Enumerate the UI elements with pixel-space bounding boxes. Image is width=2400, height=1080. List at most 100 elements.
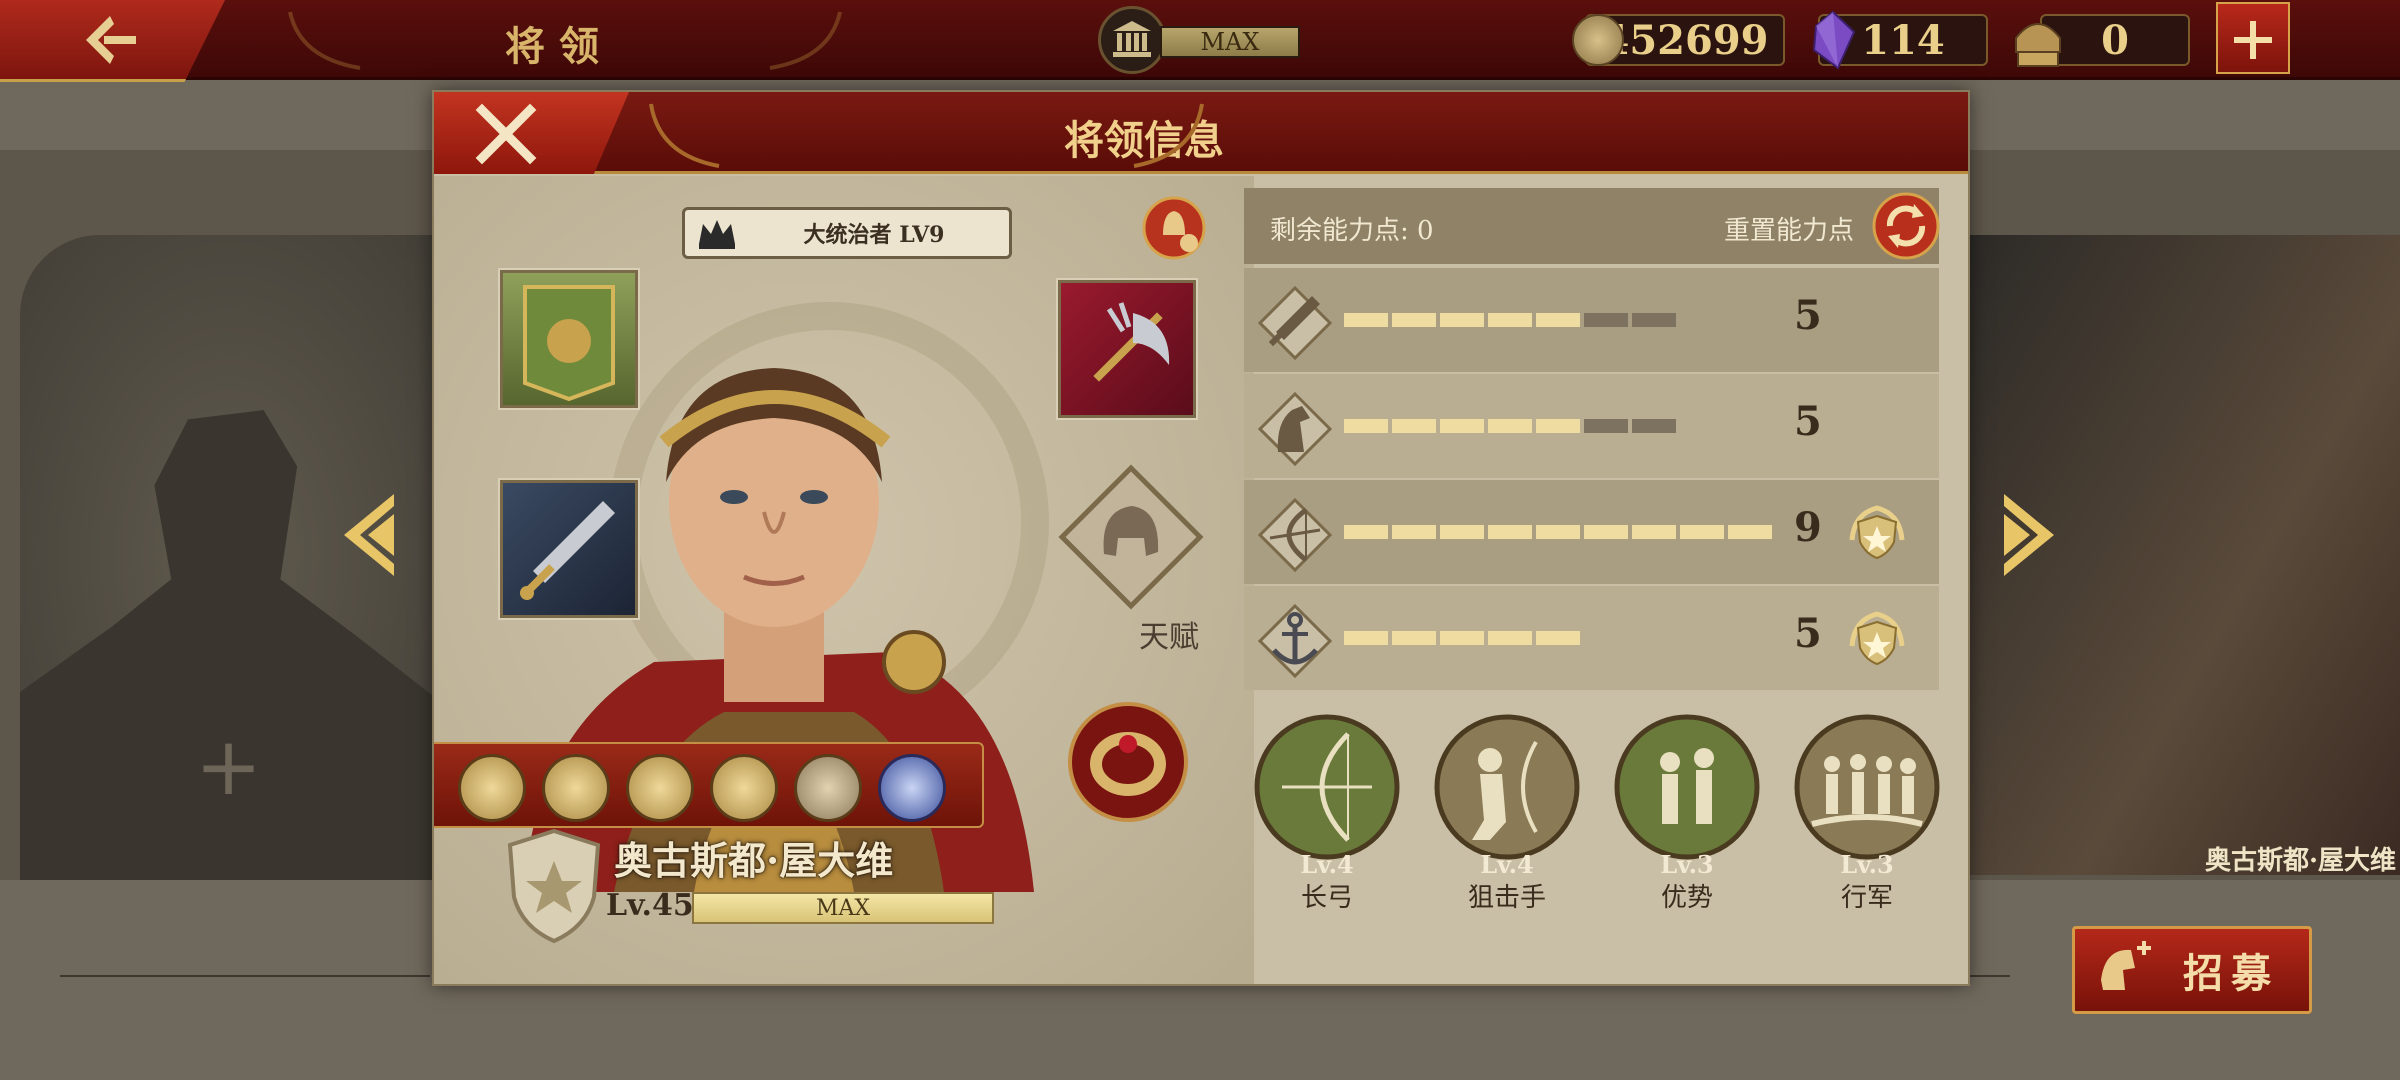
troop-skill-advantage[interactable]: Lv.3 优势 (1612, 712, 1762, 913)
skill-strip (434, 742, 984, 828)
skill-5-icon[interactable] (794, 754, 862, 822)
stat-row: 5 (1244, 268, 1939, 372)
skill-4-icon[interactable] (710, 754, 778, 822)
troop-skill-level: Lv.3 (1840, 850, 1894, 879)
stat-row: 5 (1244, 374, 1939, 478)
axe-icon (1093, 302, 1170, 382)
exp-bar: MAX (692, 892, 994, 924)
stat-bar-segment (1392, 631, 1436, 645)
stat-bar-segment (1344, 313, 1388, 327)
stat-bar-segment (1536, 631, 1580, 645)
banner-slot[interactable] (500, 270, 638, 408)
troop-skill-name: 狙击手 (1467, 883, 1546, 913)
general-name: 奥古斯都·屋大维 (614, 838, 894, 883)
skill-6-icon[interactable] (878, 754, 946, 822)
stat-bar-segment (1344, 631, 1388, 645)
helmet-plus-icon (2101, 941, 2151, 990)
stat-value: 5 (1794, 292, 1822, 339)
previous-general-arrow-icon[interactable] (338, 490, 400, 580)
ability-points-header: 剩余能力点: 0 重置能力点 (1244, 188, 1942, 264)
sword-slot[interactable] (500, 480, 638, 618)
stat-bar-segment (1632, 525, 1676, 539)
general-level: Lv.45 (606, 888, 694, 923)
recruit-label: 招募 (2183, 950, 2279, 997)
troop-skill-name: 优势 (1660, 883, 1713, 913)
skill-2-icon[interactable] (542, 754, 610, 822)
ring-slot[interactable] (1066, 700, 1190, 824)
stat-bar (1344, 313, 1676, 327)
add-resources-button[interactable] (2216, 2, 2290, 74)
page-title: 将领 (505, 23, 613, 70)
weapon-slot[interactable] (1058, 280, 1196, 418)
stat-bar-segment (1632, 313, 1676, 327)
stat-bar-segment (1584, 419, 1628, 433)
horse-icon (1258, 392, 1332, 466)
coin-value: 452699 (1601, 16, 1769, 64)
laurel-right-icon (1133, 103, 1204, 168)
close-button[interactable] (434, 92, 629, 174)
anchor-icon (1258, 604, 1332, 678)
stat-bar-segment (1488, 313, 1532, 327)
stat-bar-segment (1488, 419, 1532, 433)
troop-skill-name: 行军 (1840, 883, 1893, 913)
stat-bar-segment (1344, 525, 1388, 539)
stat-bar-segment (1440, 313, 1484, 327)
stat-bar-segment (1488, 525, 1532, 539)
dialog-header: 将领信息 (434, 92, 1968, 174)
reset-points-label: 重置能力点 (1724, 216, 1855, 246)
sniper-icon (1434, 714, 1580, 860)
troop-skill-level: Lv.4 (1300, 850, 1354, 879)
stat-bar-segment (1584, 313, 1628, 327)
rank-badge[interactable]: 大统治者 LV9 (682, 207, 1012, 259)
troop-skill-name: 长弓 (1300, 883, 1353, 913)
add-general-icon[interactable]: + (195, 720, 262, 813)
stat-bar-segment (1440, 419, 1484, 433)
laurel-left-icon (288, 11, 361, 70)
skill-3-icon[interactable] (626, 754, 694, 822)
stat-bar-segment (1392, 313, 1436, 327)
troop-skill-march[interactable]: Lv.3 行军 (1792, 712, 1942, 913)
stat-bar-segment (1392, 419, 1436, 433)
troop-skill-level: Lv.4 (1480, 850, 1534, 879)
longbow-icon (1254, 714, 1400, 860)
city-level-status: MAX (1160, 26, 1300, 58)
troop-skill-sniper[interactable]: Lv.4 狙击手 (1432, 712, 1582, 913)
stat-bar-segment (1536, 313, 1580, 327)
rank-label: 大统治者 LV9 (803, 222, 945, 248)
stat-bar-segment (1536, 525, 1580, 539)
stat-row: 9 (1244, 480, 1939, 584)
stat-bar (1344, 525, 1772, 539)
temple-icon[interactable] (1098, 6, 1166, 74)
next-general-arrow-icon[interactable] (1998, 490, 2060, 580)
top-bar: 将领 MAX 452699 114 0 (0, 0, 2400, 82)
close-icon (475, 103, 537, 165)
sword-icon (1258, 286, 1332, 360)
skill-1-icon[interactable] (458, 754, 526, 822)
back-button[interactable] (0, 0, 225, 82)
stat-bar-segment (1728, 525, 1772, 539)
back-arrow-icon (86, 16, 136, 64)
gem-value: 114 (1861, 16, 1945, 64)
talent-label: 天赋 (1139, 620, 1199, 655)
spqr-helmet-icon (2015, 23, 2061, 67)
talent-helmet-icon[interactable] (1056, 462, 1206, 612)
stat-row: 5 (1244, 586, 1939, 690)
coin-icon (1572, 14, 1624, 66)
remaining-points-label: 剩余能力点: 0 (1270, 216, 1434, 246)
stat-bar-segment (1680, 525, 1724, 539)
stat-bar (1344, 419, 1676, 433)
recruit-button[interactable]: 招募 (2072, 926, 2312, 1014)
mars-banner-icon (523, 285, 615, 402)
laurel-right-icon (769, 11, 842, 70)
laurel-left-icon (649, 103, 720, 168)
stat-bar-segment (1488, 631, 1532, 645)
troop-skill-longbow[interactable]: Lv.4 长弓 (1252, 712, 1402, 913)
sword-icon (520, 501, 615, 600)
general-info-dialog: 将领信息 大统治者 LV9 天赋 奥古斯都·屋大维 Lv.45 MAX 剩余能力… (432, 90, 1970, 986)
stat-bar-segment (1536, 419, 1580, 433)
general-rank-shield-icon (507, 828, 601, 944)
star-medal-icon (1849, 505, 1905, 560)
swap-portrait-icon[interactable] (1141, 195, 1207, 261)
reset-points-button[interactable] (1870, 190, 1942, 262)
stat-bar-segment (1440, 525, 1484, 539)
